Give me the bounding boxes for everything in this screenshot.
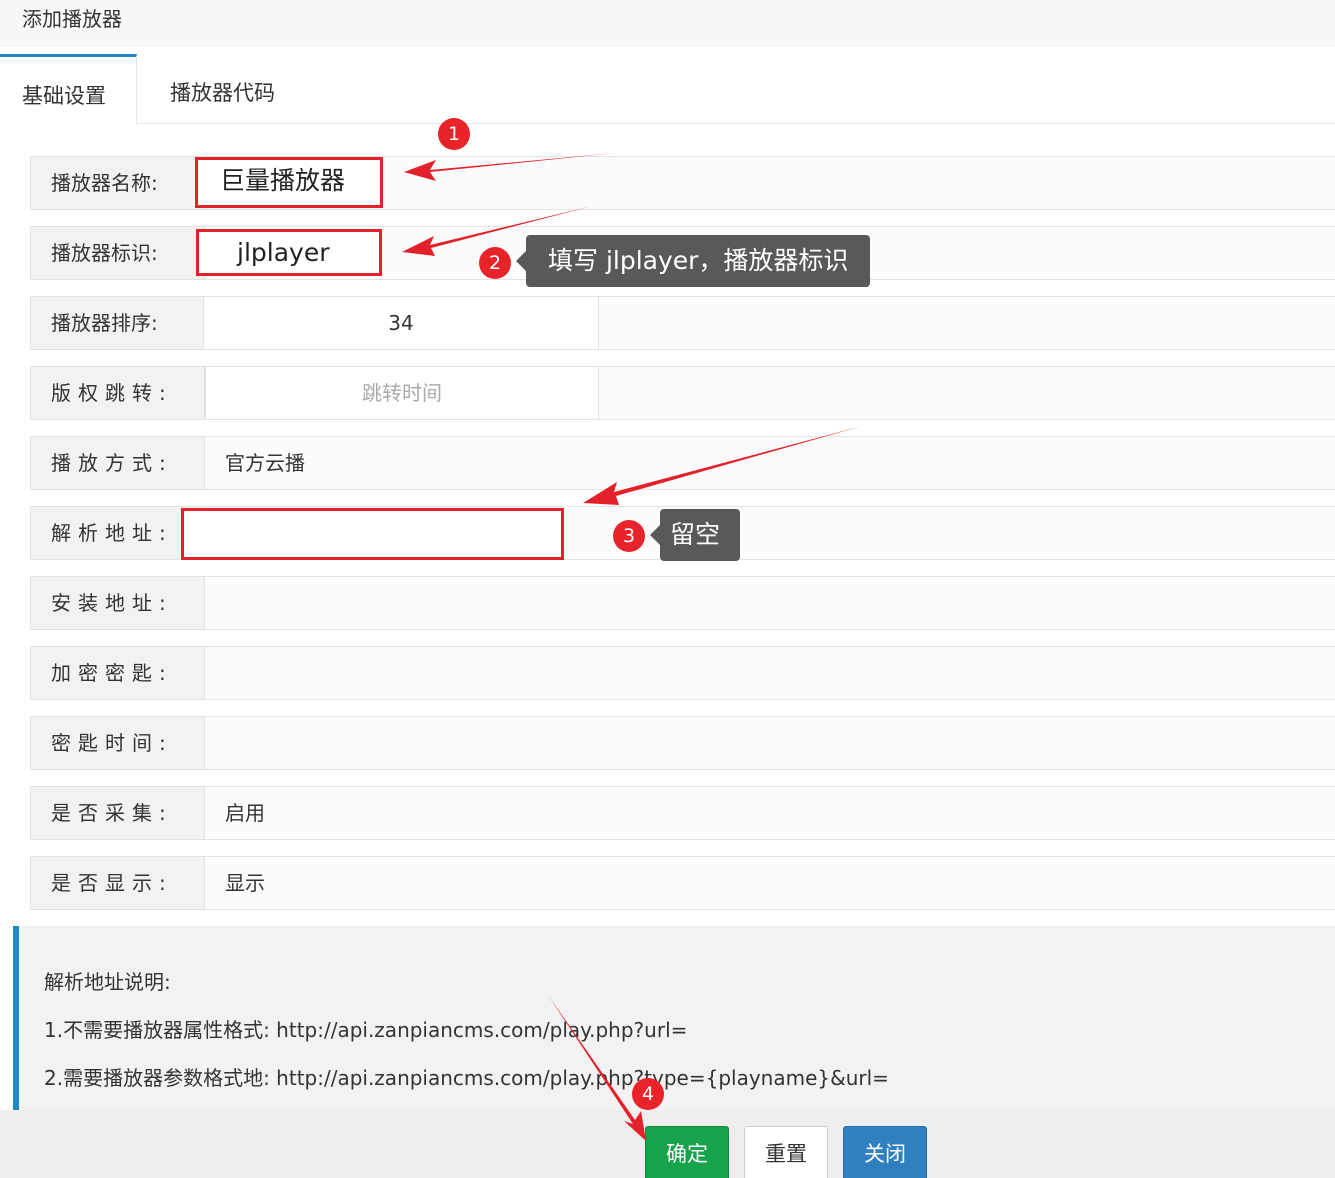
label-player-order: 播放器排序:: [31, 297, 205, 349]
label-secret-key: 加密密匙:: [31, 647, 205, 699]
form-row-secret-time: 密匙时间:: [30, 716, 1335, 770]
form-row-jump: 版权跳转: 跳转时间: [30, 366, 1335, 420]
step-badge-3: 3: [613, 520, 645, 552]
label-copyright-jump: 版权跳转:: [31, 367, 205, 419]
player-ident-input[interactable]: jlplayer: [196, 229, 382, 276]
close-button[interactable]: 关闭: [843, 1126, 927, 1178]
parse-url-input[interactable]: [181, 508, 564, 560]
tab-divider: [137, 123, 1335, 124]
label-player-name: 播放器名称:: [31, 157, 205, 209]
notice-line-2: 2.需要播放器参数格式地: http://api.zanpiancms.com/…: [44, 1066, 889, 1090]
step-badge-4: 4: [632, 1078, 664, 1110]
player-order-input[interactable]: 34: [203, 296, 599, 350]
player-name-input[interactable]: 巨量播放器: [195, 157, 383, 208]
tab-basic-settings[interactable]: 基础设置: [0, 54, 137, 124]
step-badge-2: 2: [479, 247, 511, 279]
label-play-mode: 播放方式:: [31, 437, 205, 489]
form-row-order: 播放器排序: 34: [30, 296, 1335, 350]
label-secret-time: 密匙时间:: [31, 717, 205, 769]
notice-title: 解析地址说明:: [44, 970, 171, 994]
tab-player-code[interactable]: 播放器代码: [170, 54, 275, 124]
step-badge-1: 1: [438, 118, 470, 150]
dialog-title-bar: 添加播放器: [0, 0, 1335, 46]
form-row-secret: 加密密匙:: [30, 646, 1335, 700]
play-mode-select[interactable]: 官方云播: [225, 437, 305, 489]
tooltip-ident-hint: 填写 jlplayer，播放器标识: [515, 235, 871, 287]
form-row-mode: 播放方式: 官方云播: [30, 436, 1335, 490]
form-row-install: 安装地址:: [30, 576, 1335, 630]
form-row-collect: 是否采集: 启用: [30, 786, 1335, 840]
parse-url-notice: 解析地址说明: 1.不需要播放器属性格式: http://api.zanpian…: [13, 926, 1335, 1110]
label-install-url: 安装地址:: [31, 577, 205, 629]
copyright-jump-input[interactable]: 跳转时间: [205, 366, 599, 420]
label-display: 是否显示:: [31, 857, 205, 909]
tab-bar: 基础设置 播放器代码: [0, 54, 1335, 124]
dialog-title: 添加播放器: [22, 7, 122, 31]
label-player-ident: 播放器标识:: [31, 227, 205, 279]
collect-select[interactable]: 启用: [225, 787, 265, 839]
label-collect: 是否采集:: [31, 787, 205, 839]
form-row-display: 是否显示: 显示: [30, 856, 1335, 910]
notice-line-1: 1.不需要播放器属性格式: http://api.zanpiancms.com/…: [44, 1018, 688, 1042]
tooltip-parse-hint: 留空: [649, 509, 741, 561]
reset-button[interactable]: 重置: [744, 1126, 828, 1178]
label-parse-url: 解析地址:: [31, 507, 205, 559]
confirm-button[interactable]: 确定: [645, 1126, 729, 1178]
display-select[interactable]: 显示: [225, 857, 265, 909]
